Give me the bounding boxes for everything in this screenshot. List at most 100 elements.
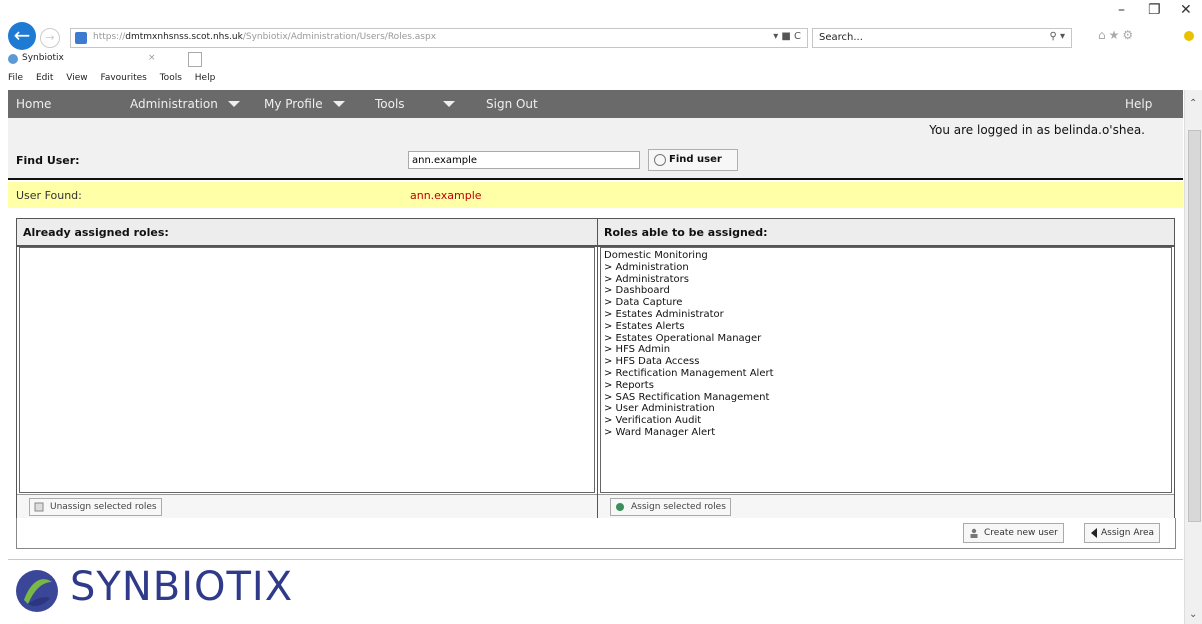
- user-found-label: User Found:: [16, 189, 82, 202]
- site-icon: [75, 32, 87, 44]
- menu-favourites[interactable]: Favourites: [100, 73, 146, 83]
- tab-synbiotix[interactable]: Synbiotix ×: [8, 52, 218, 68]
- find-user-button[interactable]: Find user: [648, 149, 738, 171]
- dropdown-arrow-icon: [227, 101, 240, 107]
- find-user-input[interactable]: [408, 151, 640, 169]
- scroll-thumb[interactable]: [1188, 130, 1201, 522]
- menu-tools[interactable]: Tools: [160, 73, 182, 83]
- nav-my-profile-label: My Profile: [264, 97, 323, 111]
- assign-area-button[interactable]: Assign Area: [1084, 523, 1161, 543]
- roles-listbox[interactable]: Domestic Monitoring > Administration > Adm…: [604, 250, 774, 439]
- search-icon[interactable]: ⚲ ▾: [1049, 31, 1065, 42]
- role-option[interactable]: > User Administration: [604, 403, 774, 415]
- back-arrow-icon: [1091, 528, 1097, 538]
- restore-icon[interactable]: ❐: [1148, 2, 1161, 18]
- toolbar-icons[interactable]: ⌂★⚙: [1098, 28, 1136, 42]
- dropdown-arrow-icon: [332, 101, 345, 107]
- assigned-roles-header: Already assigned roles:: [17, 219, 597, 247]
- nav-administration[interactable]: Administration: [130, 97, 246, 111]
- url-host: dmtmxnhsnss.scot.nhs.uk: [125, 32, 243, 42]
- role-option[interactable]: > Data Capture: [604, 297, 774, 309]
- unassign-roles-button[interactable]: Unassign selected roles: [29, 498, 162, 516]
- create-user-button[interactable]: Create new user: [963, 523, 1064, 543]
- assign-roles-label: Assign selected roles: [631, 502, 726, 512]
- actions-row: Create new user Assign Area: [16, 518, 1176, 549]
- page-scrollbar[interactable]: ⌃ ⌄: [1184, 90, 1202, 624]
- unassign-roles-label: Unassign selected roles: [50, 502, 157, 512]
- tab-title: Synbiotix: [22, 53, 64, 63]
- nav-tools[interactable]: Tools: [375, 97, 461, 111]
- role-option[interactable]: > Administrators: [604, 274, 774, 286]
- magnifier-icon: [654, 154, 666, 166]
- unassign-icon: [34, 502, 44, 512]
- address-url: https://dmtmxnhsnss.scot.nhs.uk/Synbioti…: [93, 32, 436, 42]
- refresh-icon[interactable]: ▾ ■ C: [773, 31, 801, 42]
- nav-my-profile[interactable]: My Profile: [264, 97, 351, 111]
- assigned-roles-title: Already assigned roles:: [23, 226, 169, 239]
- assigned-roles-footer: Unassign selected roles: [17, 494, 597, 519]
- assigned-roles-panel: Already assigned roles: Unassign selecte…: [16, 218, 598, 520]
- favicon-icon: [8, 54, 18, 64]
- url-prefix: https://: [93, 32, 126, 42]
- forward-icon[interactable]: →: [40, 28, 60, 48]
- menu-view[interactable]: View: [66, 73, 87, 83]
- role-option[interactable]: > HFS Admin: [604, 344, 774, 356]
- role-option[interactable]: > Verification Audit: [604, 415, 774, 427]
- find-user-label: Find User:: [16, 154, 80, 167]
- scroll-down-icon[interactable]: ⌄: [1189, 609, 1197, 620]
- user-found-value: ann.example: [410, 189, 482, 202]
- assign-roles-button[interactable]: Assign selected roles: [610, 498, 731, 516]
- synbiotix-logo-icon: [16, 570, 58, 612]
- find-user-row: Find User: Find user: [8, 144, 1183, 180]
- assign-icon: [616, 503, 624, 511]
- dropdown-arrow-icon: [442, 101, 455, 107]
- synbiotix-logo-text: SYNBIOTIX: [70, 564, 294, 610]
- assignable-roles-header: Roles able to be assigned:: [598, 219, 1174, 247]
- user-found-row: User Found: ann.example: [8, 182, 1183, 208]
- browser-menubar: File Edit View Favourites Tools Help: [8, 73, 225, 87]
- role-option[interactable]: > SAS Rectification Management: [604, 392, 774, 404]
- assignable-roles-title: Roles able to be assigned:: [604, 226, 768, 239]
- role-option[interactable]: > Ward Manager Alert: [604, 427, 774, 439]
- address-bar[interactable]: https://dmtmxnhsnss.scot.nhs.uk/Synbioti…: [70, 28, 808, 48]
- back-icon[interactable]: ←: [8, 22, 36, 50]
- role-option[interactable]: > Estates Alerts: [604, 321, 774, 333]
- close-icon[interactable]: ✕: [1180, 2, 1192, 18]
- assigned-roles-list[interactable]: [19, 247, 595, 493]
- tab-close-icon[interactable]: ×: [148, 53, 156, 63]
- nav-administration-label: Administration: [130, 97, 218, 111]
- browser-search-input[interactable]: Search... ⚲ ▾: [812, 28, 1072, 48]
- nav-sign-out[interactable]: Sign Out: [486, 97, 538, 111]
- role-option[interactable]: Domestic Monitoring: [604, 250, 774, 262]
- minimize-icon[interactable]: –: [1118, 2, 1125, 18]
- user-icon: [970, 528, 978, 538]
- nav-home[interactable]: Home: [16, 97, 51, 111]
- new-tab-icon[interactable]: [188, 52, 202, 67]
- role-option[interactable]: > Reports: [604, 380, 774, 392]
- menu-edit[interactable]: Edit: [36, 73, 53, 83]
- url-path: /Synbiotix/Administration/Users/Roles.as…: [242, 32, 437, 42]
- smiley-icon[interactable]: [1184, 31, 1194, 41]
- search-placeholder: Search...: [819, 32, 863, 43]
- login-status-bar: You are logged in as belinda.o'shea.: [8, 118, 1183, 145]
- site-navigation: Home Administration My Profile Tools Sig…: [8, 90, 1183, 118]
- role-option[interactable]: > Administration: [604, 262, 774, 274]
- menu-help[interactable]: Help: [195, 73, 216, 83]
- nav-tools-label: Tools: [375, 97, 405, 111]
- assignable-roles-footer: Assign selected roles: [598, 494, 1174, 519]
- create-user-label: Create new user: [984, 528, 1058, 538]
- assignable-roles-panel: Roles able to be assigned: Domestic Moni…: [597, 218, 1175, 520]
- assign-area-label: Assign Area: [1101, 528, 1155, 538]
- find-user-button-label: Find user: [669, 154, 722, 165]
- role-option[interactable]: > Dashboard: [604, 285, 774, 297]
- role-option[interactable]: > Estates Operational Manager: [604, 333, 774, 345]
- menu-file[interactable]: File: [8, 73, 23, 83]
- scroll-up-icon[interactable]: ⌃: [1189, 98, 1197, 109]
- browser-chrome: ← → https://dmtmxnhsnss.scot.nhs.uk/Synb…: [0, 0, 1202, 90]
- role-option[interactable]: > Estates Administrator: [604, 309, 774, 321]
- footer-divider: [8, 559, 1183, 560]
- assignable-roles-list[interactable]: Domestic Monitoring > Administration > Adm…: [600, 247, 1172, 493]
- role-option[interactable]: > Rectification Management Alert: [604, 368, 774, 380]
- nav-help[interactable]: Help: [1125, 97, 1152, 111]
- role-option[interactable]: > HFS Data Access: [604, 356, 774, 368]
